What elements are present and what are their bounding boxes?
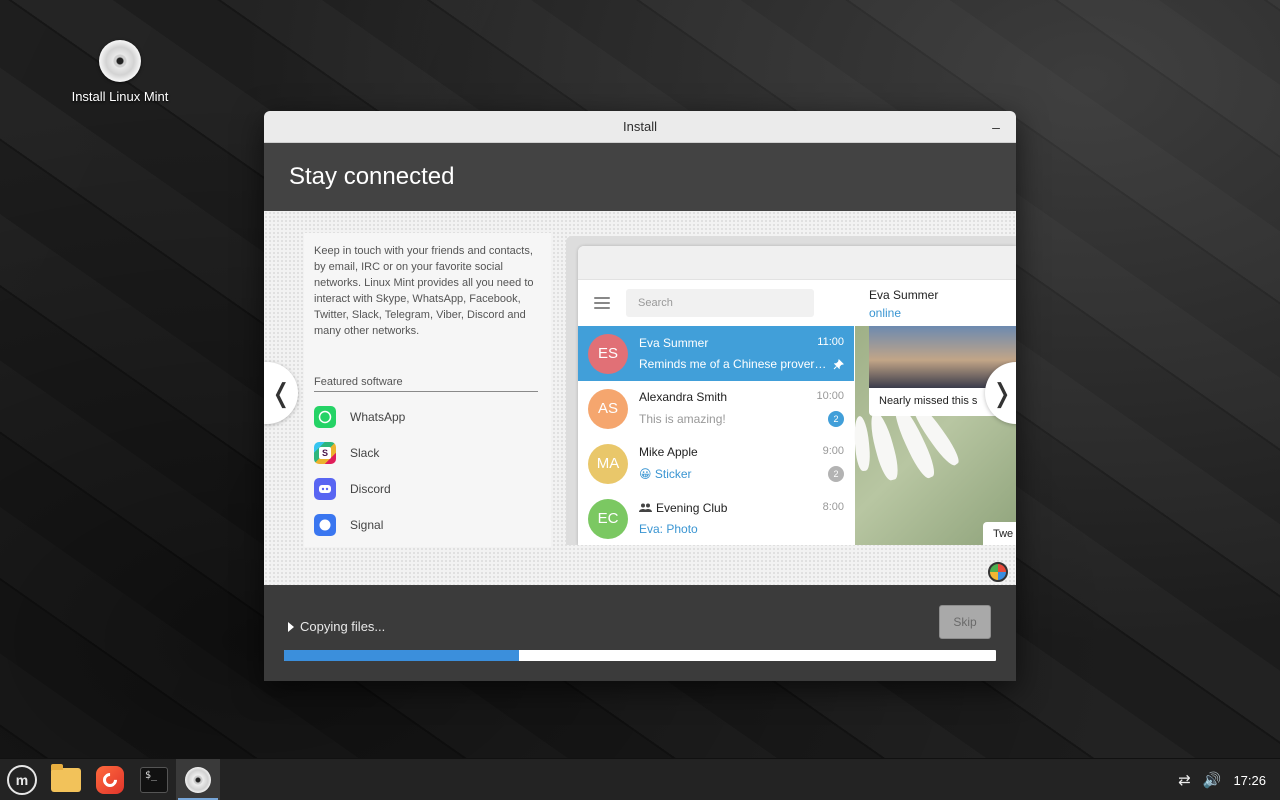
- chat-message: Eva: Photo: [639, 522, 698, 536]
- progress-bar: [284, 650, 996, 661]
- whatsapp-icon: [314, 406, 336, 428]
- taskbar-terminal[interactable]: $_: [132, 759, 176, 800]
- desktop-icon-install-linux-mint[interactable]: Install Linux Mint: [62, 40, 178, 104]
- progress-details-expander[interactable]: Copying files...: [288, 619, 385, 634]
- taskbar-installer[interactable]: [176, 758, 220, 800]
- progress-section: Copying files... Skip: [264, 585, 1016, 681]
- unread-badge: 2: [828, 411, 844, 427]
- chat-item: MA Mike Apple 9:00 😀 Sticker 2: [578, 436, 854, 491]
- slack-icon: S: [314, 442, 336, 464]
- desktop-icon-label: Install Linux Mint: [71, 89, 169, 104]
- pin-icon: [833, 358, 844, 369]
- chat-item: AS Alexandra Smith 10:00 This is amazing!…: [578, 381, 854, 436]
- network-disconnected-icon[interactable]: ⇄: [1178, 771, 1191, 789]
- featured-apps-list: WhatsApp S Slack Discord Signal: [314, 399, 405, 543]
- menu-button[interactable]: m: [0, 759, 44, 800]
- chat-time: 11:00: [817, 336, 844, 348]
- chat-item: EC Evening Club 8:00 Eva: Photo: [578, 491, 854, 545]
- taskbar: m $_ ⇄ 🔊 17:26: [0, 758, 1280, 800]
- slide-header: Stay connected: [264, 143, 1016, 211]
- avatar: EC: [588, 498, 628, 539]
- conversation-background: Nearly missed this s Twe: [852, 326, 1016, 545]
- chat-name: Alexandra Smith: [639, 390, 728, 404]
- window-title: Install: [623, 119, 657, 134]
- progress-bar-fill: [284, 650, 519, 661]
- telegram-search-row: Search: [578, 280, 854, 326]
- conversation-header: Eva Summer online: [855, 280, 1016, 326]
- chat-name: Evening Club: [656, 501, 728, 515]
- app-label: WhatsApp: [350, 410, 406, 424]
- telegram-chat-list: Search ES Eva Summer 11:00 Reminds me of …: [578, 280, 854, 545]
- disc-icon: [99, 40, 141, 82]
- chat-name: Mike Apple: [639, 445, 698, 459]
- conversation-status: online: [869, 306, 902, 320]
- chat-time: 10:00: [816, 390, 844, 402]
- taskbar-firefox[interactable]: [88, 759, 132, 800]
- telegram-window: Search ES Eva Summer 11:00 Reminds me of …: [578, 246, 1016, 545]
- chat-item: ES Eva Summer 11:00 Reminds me of a Chine…: [578, 326, 854, 381]
- clock[interactable]: 17:26: [1233, 773, 1266, 788]
- avatar: AS: [588, 388, 628, 429]
- busy-cursor-icon: [988, 562, 1008, 582]
- app-discord: Discord: [314, 471, 405, 507]
- slide-title: Stay connected: [289, 163, 455, 190]
- avatar: MA: [588, 443, 628, 484]
- message-bubble: Twe: [983, 522, 1016, 545]
- chat-time: 9:00: [822, 445, 844, 457]
- app-label: Signal: [350, 518, 384, 532]
- folder-icon: [51, 763, 81, 792]
- chat-name: Eva Summer: [639, 336, 709, 350]
- app-label: Slack: [350, 446, 380, 460]
- minimize-button[interactable]: –: [986, 117, 1006, 137]
- telegram-screenshot: Search ES Eva Summer 11:00 Reminds me of …: [566, 236, 1016, 545]
- sticker-emoji-icon: 😀: [639, 467, 652, 481]
- terminal-icon: $_: [140, 766, 168, 793]
- app-label: Discord: [350, 482, 391, 496]
- unread-badge: 2: [828, 466, 844, 482]
- hamburger-icon: [594, 297, 610, 309]
- taskbar-files[interactable]: [44, 759, 88, 800]
- slide-description: Keep in touch with your friends and cont…: [314, 245, 534, 337]
- avatar: ES: [588, 333, 628, 374]
- discord-icon: [314, 478, 336, 500]
- previous-slide-button[interactable]: ❬: [264, 362, 298, 424]
- disc-icon: [185, 766, 211, 793]
- group-icon: [639, 503, 652, 512]
- signal-icon: [314, 514, 336, 536]
- system-tray: ⇄ 🔊 17:26: [1178, 759, 1266, 800]
- chat-time: 8:00: [822, 501, 844, 513]
- firefox-icon: [96, 765, 124, 794]
- skip-button[interactable]: Skip: [939, 605, 991, 639]
- app-whatsapp: WhatsApp: [314, 399, 405, 435]
- window-titlebar[interactable]: Install –: [264, 111, 1016, 143]
- app-signal: Signal: [314, 507, 405, 543]
- app-slack: S Slack: [314, 435, 405, 471]
- volume-icon[interactable]: 🔊: [1203, 771, 1222, 789]
- slideshow: Keep in touch with your friends and cont…: [264, 211, 1016, 585]
- expander-arrow-icon: [288, 621, 294, 632]
- telegram-titlebar: [578, 246, 1016, 280]
- featured-software-title: Featured software: [314, 376, 538, 392]
- chat-message: Reminds me of a Chinese prover…: [639, 357, 827, 371]
- installer-window: Install – Stay connected Keep in touch w…: [264, 111, 1016, 681]
- chat-message: This is amazing!: [639, 412, 726, 426]
- conversation-name: Eva Summer: [869, 288, 939, 302]
- telegram-search: Search: [626, 289, 814, 317]
- progress-status: Copying files...: [300, 619, 386, 634]
- chat-message: Sticker: [654, 467, 692, 481]
- linux-mint-logo-icon: m: [7, 764, 37, 795]
